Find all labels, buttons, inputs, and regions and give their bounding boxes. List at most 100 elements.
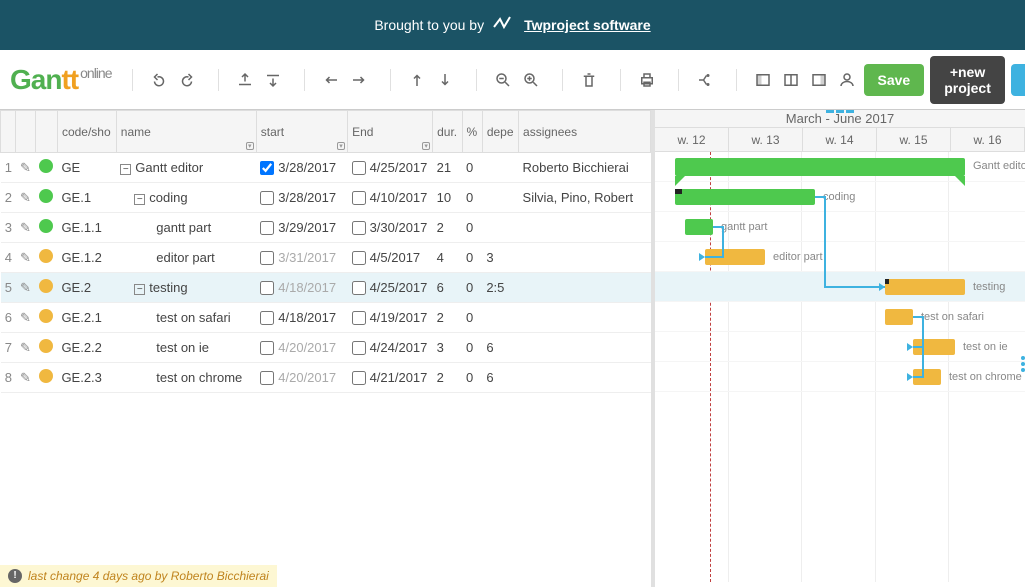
edit-icon[interactable]: ✎: [16, 183, 35, 213]
print-icon[interactable]: [636, 69, 658, 91]
task-depends[interactable]: 2:5: [482, 273, 518, 303]
task-start[interactable]: 4/20/2017: [256, 363, 347, 393]
start-milestone-checkbox[interactable]: [260, 161, 274, 175]
task-name[interactable]: test on chrome: [116, 363, 256, 393]
edit-icon[interactable]: ✎: [16, 243, 35, 273]
col-end[interactable]: End▾: [348, 111, 433, 153]
task-row[interactable]: 4 ✎ GE.1.2 editor part 3/31/2017 4/5/201…: [1, 243, 651, 273]
indent-icon[interactable]: [348, 69, 370, 91]
task-duration[interactable]: 2: [433, 363, 462, 393]
undo-icon[interactable]: [148, 69, 170, 91]
status-dot[interactable]: [35, 243, 57, 273]
end-milestone-checkbox[interactable]: [352, 251, 366, 265]
status-dot[interactable]: [35, 273, 57, 303]
move-up-icon[interactable]: [406, 69, 428, 91]
task-end[interactable]: 4/25/2017: [348, 153, 433, 183]
task-progress[interactable]: 0: [462, 243, 482, 273]
gantt-bar[interactable]: test on chrome: [913, 369, 941, 385]
task-progress[interactable]: 0: [462, 333, 482, 363]
start-milestone-checkbox[interactable]: [260, 251, 274, 265]
critical-path-icon[interactable]: [694, 69, 716, 91]
resources-icon[interactable]: [836, 69, 858, 91]
task-duration[interactable]: 6: [433, 273, 462, 303]
status-dot[interactable]: [35, 183, 57, 213]
task-end[interactable]: 4/10/2017: [348, 183, 433, 213]
task-row[interactable]: 5 ✎ GE.2 −testing 4/18/2017 4/25/2017 6 …: [1, 273, 651, 303]
task-name[interactable]: −testing: [116, 273, 256, 303]
status-dot[interactable]: [35, 363, 57, 393]
task-assignees[interactable]: [519, 273, 651, 303]
task-duration[interactable]: 2: [433, 303, 462, 333]
task-code[interactable]: GE: [57, 153, 116, 183]
task-row[interactable]: 7 ✎ GE.2.2 test on ie 4/20/2017 4/24/201…: [1, 333, 651, 363]
zoom-in-icon[interactable]: [520, 69, 542, 91]
zoom-out-icon[interactable]: [492, 69, 514, 91]
gantt-bar[interactable]: Gantt editor: [675, 158, 965, 176]
status-dot[interactable]: [35, 333, 57, 363]
task-assignees[interactable]: [519, 243, 651, 273]
task-start[interactable]: 3/28/2017: [256, 153, 347, 183]
split-left-icon[interactable]: [752, 69, 774, 91]
task-duration[interactable]: 2: [433, 213, 462, 243]
task-progress[interactable]: 0: [462, 183, 482, 213]
start-milestone-checkbox[interactable]: [260, 311, 274, 325]
end-milestone-checkbox[interactable]: [352, 161, 366, 175]
task-name[interactable]: −coding: [116, 183, 256, 213]
gantt-row[interactable]: coding: [655, 182, 1025, 212]
task-start[interactable]: 4/20/2017: [256, 333, 347, 363]
task-depends[interactable]: 6: [482, 333, 518, 363]
task-assignees[interactable]: Roberto Bicchierai: [519, 153, 651, 183]
task-duration[interactable]: 4: [433, 243, 462, 273]
col-dep[interactable]: depe: [482, 111, 518, 153]
task-assignees[interactable]: [519, 363, 651, 393]
task-code[interactable]: GE.2.2: [57, 333, 116, 363]
collapse-icon[interactable]: −: [120, 164, 131, 175]
task-row[interactable]: 8 ✎ GE.2.3 test on chrome 4/20/2017 4/21…: [1, 363, 651, 393]
status-dot[interactable]: [35, 303, 57, 333]
task-progress[interactable]: 0: [462, 213, 482, 243]
task-code[interactable]: GE.1: [57, 183, 116, 213]
split-both-icon[interactable]: [780, 69, 802, 91]
task-end[interactable]: 4/21/2017: [348, 363, 433, 393]
task-assignees[interactable]: [519, 303, 651, 333]
start-milestone-checkbox[interactable]: [260, 221, 274, 235]
gantt-bar[interactable]: coding: [675, 189, 815, 205]
task-code[interactable]: GE.1.1: [57, 213, 116, 243]
gantt-row[interactable]: gantt part: [655, 212, 1025, 242]
end-milestone-checkbox[interactable]: [352, 341, 366, 355]
task-name[interactable]: test on safari: [116, 303, 256, 333]
gantt-row[interactable]: test on safari: [655, 302, 1025, 332]
end-milestone-checkbox[interactable]: [352, 221, 366, 235]
gantt-bar[interactable]: test on ie: [913, 339, 955, 355]
col-name[interactable]: name▾: [116, 111, 256, 153]
edit-icon[interactable]: ✎: [16, 153, 35, 183]
task-row[interactable]: 6 ✎ GE.2.1 test on safari 4/18/2017 4/19…: [1, 303, 651, 333]
edit-icon[interactable]: ✎: [16, 303, 35, 333]
col-pct[interactable]: %: [462, 111, 482, 153]
new-project-button[interactable]: +new project: [930, 56, 1005, 104]
timeline-slider-icon[interactable]: [824, 110, 856, 115]
task-progress[interactable]: 0: [462, 273, 482, 303]
task-depends[interactable]: [482, 213, 518, 243]
task-end[interactable]: 4/5/2017: [348, 243, 433, 273]
start-milestone-checkbox[interactable]: [260, 281, 274, 295]
task-start[interactable]: 4/18/2017: [256, 303, 347, 333]
task-depends[interactable]: 3: [482, 243, 518, 273]
task-row[interactable]: 2 ✎ GE.1 −coding 3/28/2017 4/10/2017 10 …: [1, 183, 651, 213]
task-code[interactable]: GE.2.3: [57, 363, 116, 393]
start-milestone-checkbox[interactable]: [260, 341, 274, 355]
task-depends[interactable]: [482, 153, 518, 183]
split-right-icon[interactable]: [808, 69, 830, 91]
col-assign[interactable]: assignees: [519, 111, 651, 153]
task-progress[interactable]: 0: [462, 153, 482, 183]
gantt-bar[interactable]: test on safari: [885, 309, 913, 325]
edit-icon[interactable]: ✎: [16, 333, 35, 363]
gantt-row[interactable]: test on chrome: [655, 362, 1025, 392]
task-start[interactable]: 4/18/2017: [256, 273, 347, 303]
task-progress[interactable]: 0: [462, 363, 482, 393]
end-milestone-checkbox[interactable]: [352, 371, 366, 385]
gantt-row[interactable]: editor part: [655, 242, 1025, 272]
twproject-link[interactable]: Twproject software: [524, 17, 651, 33]
start-milestone-checkbox[interactable]: [260, 191, 274, 205]
collapse-icon[interactable]: −: [134, 194, 145, 205]
